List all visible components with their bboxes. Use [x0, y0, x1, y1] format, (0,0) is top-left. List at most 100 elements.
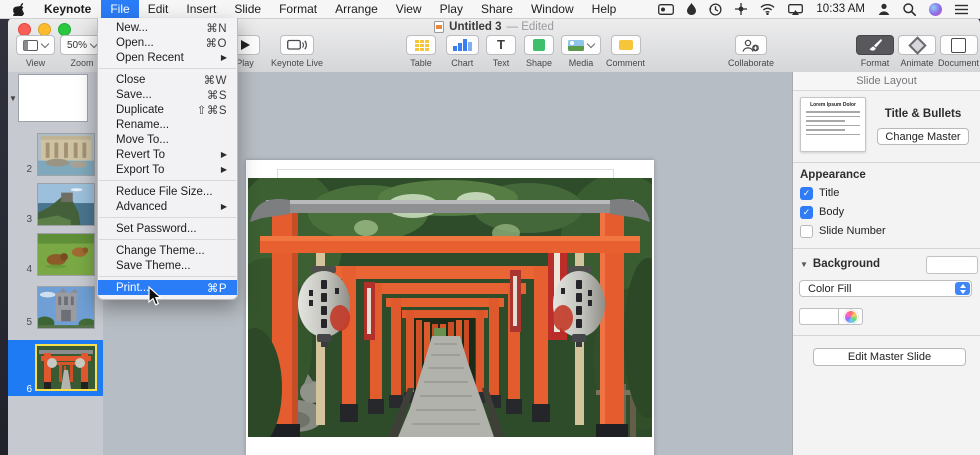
current-color-swatch[interactable]	[799, 308, 839, 325]
menu-item-save[interactable]: Save...⌘S	[98, 87, 237, 102]
chevron-down-icon	[41, 39, 49, 47]
menubar-play[interactable]: Play	[431, 0, 472, 18]
menubar-view[interactable]: View	[387, 0, 431, 18]
slide-1-thumbnail[interactable]	[18, 74, 88, 122]
keynote-live-icon	[287, 39, 307, 51]
slide-row-6-selected[interactable]: 6	[8, 340, 103, 396]
screen-record-icon[interactable]	[658, 4, 674, 15]
menu-item-open[interactable]: Open...⌘O	[98, 35, 237, 50]
change-master-button[interactable]: Change Master	[877, 128, 969, 145]
menubar-share[interactable]: Share	[472, 0, 522, 18]
title-checkbox-row[interactable]: ✓ Title	[800, 186, 839, 200]
menu-item-save-theme[interactable]: Save Theme...	[98, 258, 237, 273]
menubar-arrange[interactable]: Arrange	[326, 0, 387, 18]
select-stepper-icon[interactable]	[955, 282, 970, 295]
play-icon	[241, 40, 250, 50]
background-section[interactable]: ▼ Background	[800, 258, 880, 270]
apple-menu[interactable]	[0, 0, 34, 18]
background-color-swatch[interactable]	[926, 256, 978, 274]
shape-button[interactable]: Shape	[524, 35, 554, 68]
menu-item-reduce-file-size[interactable]: Reduce File Size...	[98, 184, 237, 199]
view-panes-icon	[23, 40, 38, 51]
text-button[interactable]: T Text	[486, 35, 516, 68]
preview-line	[806, 111, 860, 113]
menu-item-revert-to[interactable]: Revert To▶	[98, 147, 237, 162]
title-checkbox[interactable]: ✓	[800, 187, 813, 200]
view-button[interactable]: View	[16, 35, 55, 68]
torii-gates-photo	[248, 178, 652, 437]
menu-item-duplicate[interactable]: Duplicate⇧⌘S	[98, 102, 237, 117]
menubar-insert[interactable]: Insert	[177, 0, 225, 18]
current-slide[interactable]	[246, 160, 654, 455]
menubar-clock[interactable]: 10:33 AM	[816, 3, 865, 15]
slide-5-thumbnail[interactable]	[37, 286, 95, 329]
menu-item-set-password[interactable]: Set Password...	[98, 221, 237, 236]
comment-button[interactable]: Comment	[606, 35, 645, 68]
menubar-format[interactable]: Format	[270, 0, 326, 18]
menubar-app-keynote[interactable]: Keynote	[34, 0, 101, 18]
slide-number-checkbox-row[interactable]: Slide Number	[800, 224, 886, 238]
background-color-well[interactable]	[799, 308, 863, 325]
menu-separator	[99, 276, 236, 277]
flame-icon[interactable]	[687, 3, 696, 15]
slide-row-3[interactable]: 3	[8, 183, 103, 226]
menu-item-close[interactable]: Close⌘W	[98, 72, 237, 87]
document-button[interactable]: Document	[938, 35, 979, 68]
slide-row-2[interactable]: 2	[8, 133, 103, 176]
time-machine-icon[interactable]	[709, 3, 722, 16]
separator	[793, 248, 980, 249]
slide-row-5[interactable]: 5	[8, 286, 103, 329]
slide-photo[interactable]	[248, 178, 652, 437]
menubar-window[interactable]: Window	[522, 0, 583, 18]
apple-icon	[13, 3, 24, 16]
menu-item-rename[interactable]: Rename...	[98, 117, 237, 132]
slide-2-thumbnail[interactable]	[37, 133, 95, 176]
body-checkbox[interactable]: ✓	[800, 206, 813, 219]
menu-item-export-to[interactable]: Export To▶	[98, 162, 237, 177]
menubar-slide[interactable]: Slide	[225, 0, 270, 18]
notification-center-icon[interactable]	[955, 4, 968, 15]
slide-number-checkbox[interactable]	[800, 225, 813, 238]
layout-preview-card[interactable]: Lorem Ipsum Dolor	[800, 97, 866, 152]
fill-type-select[interactable]: Color Fill	[799, 280, 972, 297]
wifi-icon[interactable]	[760, 4, 775, 15]
format-inspector: Slide Layout Lorem Ipsum Dolor Title & B…	[792, 72, 980, 455]
body-checkbox-row[interactable]: ✓ Body	[800, 205, 844, 219]
menu-item-print[interactable]: Print...⌘P	[98, 280, 237, 295]
keynote-live-button[interactable]: Keynote Live	[271, 35, 323, 68]
menu-item-new[interactable]: New...⌘N	[98, 20, 237, 35]
location-icon[interactable]	[735, 3, 747, 15]
collaborate-button[interactable]: Collaborate	[728, 35, 774, 68]
slide-6-thumbnail[interactable]	[35, 344, 97, 391]
edit-master-slide-button[interactable]: Edit Master Slide	[813, 348, 966, 366]
separator	[793, 162, 980, 163]
slide-3-thumbnail[interactable]	[37, 183, 95, 226]
spotlight-icon[interactable]	[903, 3, 916, 16]
siri-icon[interactable]	[929, 3, 942, 16]
menubar-file[interactable]: File	[101, 0, 138, 18]
format-brush-icon	[868, 39, 882, 52]
animate-icon	[908, 36, 926, 54]
slide-4-thumbnail[interactable]	[37, 233, 95, 276]
menu-item-advanced[interactable]: Advanced▶	[98, 199, 237, 214]
menubar-edit[interactable]: Edit	[139, 0, 178, 18]
slide-row-1[interactable]: 1	[8, 72, 103, 124]
file-menu: New...⌘N Open...⌘O Open Recent▶ Close⌘W …	[97, 18, 238, 300]
table-button[interactable]: Table	[406, 35, 436, 68]
format-button[interactable]: Format	[856, 35, 894, 68]
menubar-help[interactable]: Help	[583, 0, 626, 18]
fast-user-switch-icon[interactable]	[878, 3, 890, 15]
menu-item-change-theme[interactable]: Change Theme...	[98, 243, 237, 258]
submenu-arrow-icon: ▶	[221, 53, 227, 62]
animate-button[interactable]: Animate	[898, 35, 936, 68]
preview-line	[806, 134, 860, 136]
slide-row-4[interactable]: 4	[8, 233, 103, 276]
background-disclosure-icon[interactable]: ▼	[800, 260, 808, 269]
inspector-header: Slide Layout	[793, 72, 980, 91]
menu-item-open-recent[interactable]: Open Recent▶	[98, 50, 237, 65]
color-wheel-button[interactable]	[839, 308, 863, 325]
airplay-icon[interactable]	[788, 4, 803, 15]
media-button[interactable]: Media	[561, 35, 601, 68]
chart-button[interactable]: Chart	[446, 35, 479, 68]
menu-item-move-to[interactable]: Move To...	[98, 132, 237, 147]
